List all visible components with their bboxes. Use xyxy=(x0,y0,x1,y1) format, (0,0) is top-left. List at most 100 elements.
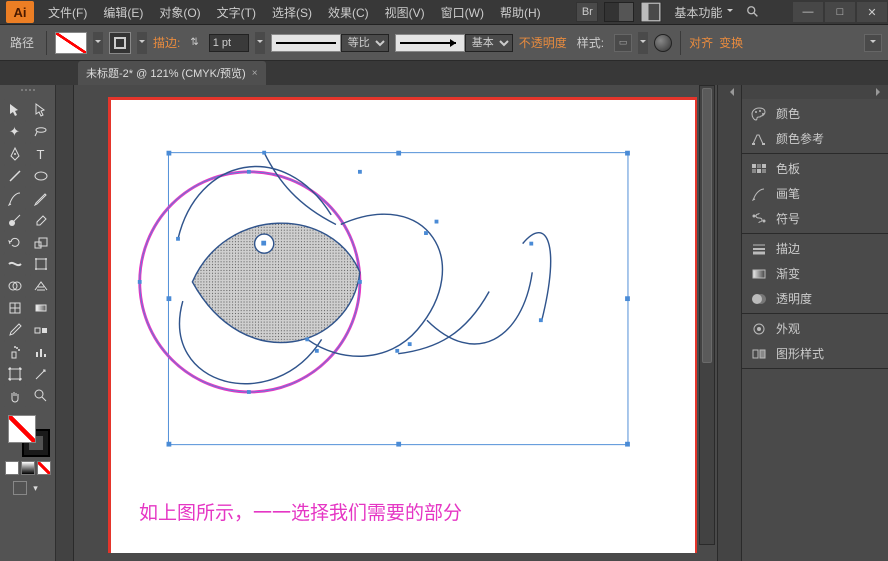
screen-normal-icon[interactable] xyxy=(13,481,27,495)
transform-label[interactable]: 变换 xyxy=(719,34,743,51)
menu-window[interactable]: 窗口(W) xyxy=(433,4,492,21)
rotate-tool[interactable] xyxy=(3,231,27,253)
width-tool[interactable] xyxy=(3,253,27,275)
document-tabbar: 未标题-2* @ 121% (CMYK/预览) × xyxy=(0,61,888,85)
pencil-tool[interactable] xyxy=(29,187,53,209)
stroke-weight-dropdown[interactable] xyxy=(255,32,265,54)
gradient-mode-icon[interactable] xyxy=(21,461,35,475)
shape-builder-tool[interactable] xyxy=(3,275,27,297)
tab-close-icon[interactable]: × xyxy=(252,68,258,79)
brush-def[interactable] xyxy=(395,34,465,52)
lasso-tool[interactable] xyxy=(29,121,53,143)
menu-effect[interactable]: 效果(C) xyxy=(320,4,377,21)
scrollbar-vertical[interactable] xyxy=(699,85,715,545)
perspective-grid-tool[interactable] xyxy=(29,275,53,297)
panel-appearance[interactable]: 外观 xyxy=(742,316,888,341)
panel-transparency[interactable]: 透明度 xyxy=(742,286,888,311)
selection-tool[interactable] xyxy=(3,99,27,121)
panel-color-guide[interactable]: 颜色参考 xyxy=(742,126,888,151)
bridge-icon[interactable]: Br xyxy=(576,2,598,22)
opacity-label[interactable]: 不透明度 xyxy=(519,34,567,51)
search-icon[interactable] xyxy=(742,2,764,22)
blend-tool[interactable] xyxy=(29,319,53,341)
workspace-preset[interactable]: 基本功能 xyxy=(668,2,736,23)
pen-tool[interactable] xyxy=(3,143,27,165)
free-transform-tool[interactable] xyxy=(29,253,53,275)
toolbox-grip[interactable] xyxy=(8,89,48,95)
panel-stroke[interactable]: 描边 xyxy=(742,236,888,261)
line-tool[interactable] xyxy=(3,165,27,187)
panel-label: 符号 xyxy=(776,210,800,227)
stroke-swatch[interactable] xyxy=(109,32,131,54)
slice-tool[interactable] xyxy=(29,363,53,385)
eraser-tool[interactable] xyxy=(29,209,53,231)
width-profile[interactable] xyxy=(271,34,341,52)
dock-collapse-icon[interactable] xyxy=(718,85,741,99)
canvas[interactable]: 如上图所示，一一选择我们需要的部分 xyxy=(74,85,717,561)
scale-tool[interactable] xyxy=(29,231,53,253)
window-controls: — □ ✕ xyxy=(792,2,888,22)
direct-selection-tool[interactable] xyxy=(29,99,53,121)
stroke-dropdown[interactable] xyxy=(137,32,147,54)
panel-gradient[interactable]: 渐变 xyxy=(742,261,888,286)
fill-dropdown[interactable] xyxy=(93,32,103,54)
minimize-button[interactable]: — xyxy=(793,2,823,22)
menu-view[interactable]: 视图(V) xyxy=(377,4,433,21)
panel-collapse-icon[interactable] xyxy=(742,85,888,99)
toolbox-collapse-strip[interactable] xyxy=(56,85,74,561)
brush-icon xyxy=(750,186,768,202)
recolor-icon[interactable] xyxy=(654,34,672,52)
artboard-tool[interactable] xyxy=(3,363,27,385)
width-profile-select[interactable]: 等比 xyxy=(341,34,389,52)
layout-menu-icon[interactable] xyxy=(640,2,662,22)
fill-indicator[interactable] xyxy=(8,415,36,443)
menu-file[interactable]: 文件(F) xyxy=(40,4,95,21)
fill-stroke-indicator[interactable] xyxy=(6,413,50,457)
align-label[interactable]: 对齐 xyxy=(689,34,713,51)
panel-brushes[interactable]: 画笔 xyxy=(742,181,888,206)
artboard: 如上图所示，一一选择我们需要的部分 xyxy=(108,97,697,553)
zoom-tool[interactable] xyxy=(29,385,53,407)
document-tab[interactable]: 未标题-2* @ 121% (CMYK/预览) × xyxy=(78,61,266,85)
none-mode-icon[interactable] xyxy=(37,461,51,475)
eyedropper-tool[interactable] xyxy=(3,319,27,341)
panel-color[interactable]: 颜色 xyxy=(742,101,888,126)
column-graph-tool[interactable] xyxy=(29,341,53,363)
fill-swatch[interactable] xyxy=(55,32,87,54)
menu-type[interactable]: 文字(T) xyxy=(209,4,264,21)
paintbrush-tool[interactable] xyxy=(3,187,27,209)
close-button[interactable]: ✕ xyxy=(857,2,887,22)
mesh-tool[interactable] xyxy=(3,297,27,319)
panel-graphic-styles[interactable]: 图形样式 xyxy=(742,341,888,366)
app-logo[interactable]: Ai xyxy=(6,1,34,23)
color-mode-icon[interactable] xyxy=(5,461,19,475)
menu-object[interactable]: 对象(O) xyxy=(151,4,208,21)
menu-edit[interactable]: 编辑(E) xyxy=(95,4,151,21)
hand-tool[interactable] xyxy=(3,385,27,407)
ellipse-tool[interactable] xyxy=(29,165,53,187)
menu-bar: Ai 文件(F) 编辑(E) 对象(O) 文字(T) 选择(S) 效果(C) 视… xyxy=(0,0,549,25)
panel-label: 色板 xyxy=(776,160,800,177)
stroke-label[interactable]: 描边: xyxy=(153,34,180,51)
symbol-sprayer-tool[interactable] xyxy=(3,341,27,363)
magic-wand-tool[interactable]: ✦ xyxy=(3,121,27,143)
screen-mode-dropdown[interactable]: ▾ xyxy=(29,481,43,495)
menu-help[interactable]: 帮助(H) xyxy=(492,4,549,21)
panel-swatches[interactable]: 色板 xyxy=(742,156,888,181)
blob-brush-tool[interactable] xyxy=(3,209,27,231)
arrange-docs-icon[interactable] xyxy=(604,2,634,22)
style-dropdown[interactable] xyxy=(638,32,648,54)
stroke-weight-stepper-icon[interactable]: ⇅ xyxy=(190,37,198,48)
brush-def-select[interactable]: 基本 xyxy=(465,34,513,52)
maximize-button[interactable]: □ xyxy=(825,2,855,22)
panel-label: 图形样式 xyxy=(776,345,824,362)
type-tool[interactable]: T xyxy=(29,143,53,165)
artwork xyxy=(111,100,695,540)
style-swatch[interactable]: ▭ xyxy=(614,34,632,52)
panel-symbols[interactable]: 符号 xyxy=(742,206,888,231)
menu-select[interactable]: 选择(S) xyxy=(264,4,320,21)
panel-label: 颜色参考 xyxy=(776,130,824,147)
gradient-tool[interactable] xyxy=(29,297,53,319)
stroke-weight-input[interactable] xyxy=(209,34,249,52)
controlbar-menu-icon[interactable] xyxy=(864,34,882,52)
